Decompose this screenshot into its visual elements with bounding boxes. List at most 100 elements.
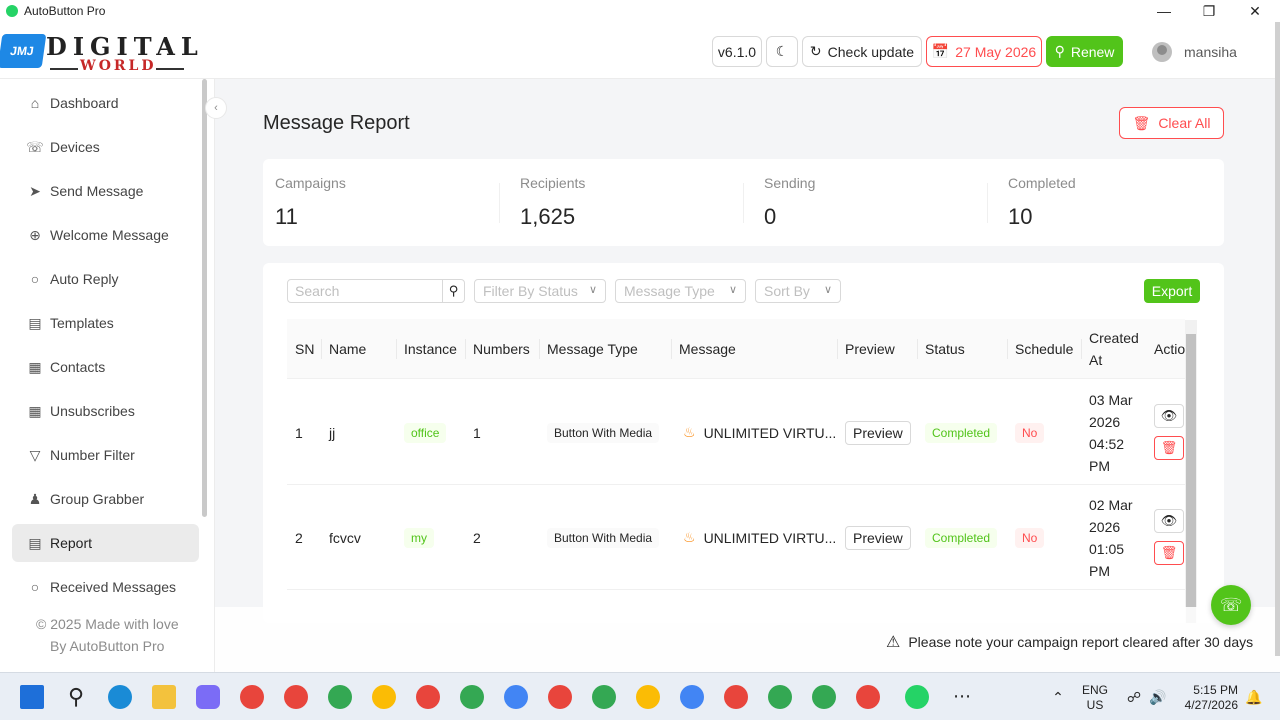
notification-bell-icon[interactable]: 🔔 [1242, 685, 1266, 709]
notice-bar: ⚠ Please note your campaign report clear… [886, 632, 1253, 652]
clear-all-button[interactable]: 🗑 Clear All [1119, 107, 1224, 139]
table-row: 1 jj office 1 Button With Media ♨ UNLIMI… [287, 380, 1185, 485]
copilot-icon[interactable] [196, 685, 220, 709]
window-titlebar: AutoButton Pro — ❐ ✕ [0, 0, 1280, 22]
column-header-name[interactable]: Name [320, 319, 366, 379]
column-header-numbers[interactable]: Numbers [465, 319, 530, 379]
expiry-date-label: 27 May 2026 [955, 43, 1037, 60]
footer-credit: By AutoButton Pro [50, 638, 165, 654]
column-header-created-at[interactable]: Created At [1081, 319, 1143, 379]
column-header-sn[interactable]: SN [295, 319, 314, 379]
sidebar-item-auto-reply[interactable]: ○ Auto Reply [12, 260, 199, 298]
instance-tag: office [404, 422, 447, 443]
chrome-icon[interactable] [328, 685, 352, 709]
network-icon[interactable]: ☍ [1122, 685, 1146, 709]
search-input[interactable] [288, 280, 442, 302]
document-icon: ▤ [28, 314, 42, 331]
logo-divider [156, 68, 184, 70]
delete-button[interactable]: 🗑 [1154, 436, 1184, 460]
sidebar-item-number-filter[interactable]: ▽ Number Filter [12, 436, 199, 474]
cell-sn: 1 [295, 424, 303, 441]
sidebar-item-templates[interactable]: ▤ Templates [12, 304, 199, 342]
sidebar-item-send-message[interactable]: ➤ Send Message [12, 172, 199, 210]
sidebar-item-devices[interactable]: ☏ Devices [12, 128, 199, 166]
language-indicator[interactable]: ENG US [1080, 683, 1110, 713]
sidebar-item-unsubscribes[interactable]: ▦ Unsubscribes [12, 392, 199, 430]
search-icon[interactable]: ⚲ [64, 685, 88, 709]
preview-button[interactable]: Preview [845, 420, 911, 445]
version-button[interactable]: v6.1.0 [712, 36, 762, 67]
chrome-icon[interactable] [372, 685, 396, 709]
user-menu[interactable]: mansiha [1152, 36, 1237, 67]
chrome-icon[interactable] [592, 685, 616, 709]
view-button[interactable]: 👁 [1154, 509, 1184, 533]
check-update-button[interactable]: ↻ Check update [802, 36, 922, 67]
column-header-message[interactable]: Message [671, 319, 736, 379]
status-filter-select[interactable]: Filter By Status ∨ [474, 279, 606, 303]
search-icon[interactable]: ⚲ [442, 280, 464, 302]
column-header-instance[interactable]: Instance [396, 319, 457, 379]
file-explorer-icon[interactable] [152, 685, 176, 709]
chrome-icon[interactable] [680, 685, 704, 709]
sidebar-item-group-grabber[interactable]: ♟ Group Grabber [12, 480, 199, 518]
column-header-message-type[interactable]: Message Type [539, 319, 638, 379]
footer-copyright: © 2025 Made with love [36, 616, 179, 632]
chrome-icon[interactable] [856, 685, 880, 709]
volume-icon[interactable]: 🔊 [1146, 685, 1170, 709]
column-header-schedule[interactable]: Schedule [1006, 319, 1073, 379]
chrome-icon[interactable] [240, 685, 264, 709]
stat-label: Completed [1008, 175, 1076, 191]
sidebar-item-contacts[interactable]: ▦ Contacts [12, 348, 199, 386]
more-icon[interactable]: ⋯ [950, 685, 974, 709]
sidebar-item-received-messages[interactable]: ○ Received Messages [12, 568, 199, 606]
created-year: 2026 [1089, 519, 1121, 535]
sidebar-item-dashboard[interactable]: ⌂ Dashboard [12, 84, 199, 122]
contacts-icon: ▦ [28, 402, 42, 419]
renew-button[interactable]: ⚲ Renew [1046, 36, 1123, 67]
scrollbar-thumb[interactable] [1186, 334, 1196, 623]
trash-icon: 🗑 [1160, 440, 1178, 455]
chrome-icon[interactable] [636, 685, 660, 709]
preview-button[interactable]: Preview [845, 525, 911, 550]
report-icon: ▤ [28, 534, 42, 551]
cell-sn: 2 [295, 529, 303, 546]
column-header-action[interactable]: Actio [1154, 319, 1185, 379]
chrome-icon[interactable] [724, 685, 748, 709]
theme-toggle-button[interactable]: ☾ [766, 36, 798, 67]
sidebar-item-report[interactable]: ▤ Report [12, 524, 199, 562]
chrome-icon[interactable] [460, 685, 484, 709]
sidebar-item-label: Templates [50, 315, 114, 331]
chrome-icon[interactable] [504, 685, 528, 709]
stat-value: 10 [1008, 204, 1033, 229]
page-scrollbar[interactable] [1275, 22, 1280, 656]
chrome-icon[interactable] [416, 685, 440, 709]
whatsapp-icon[interactable] [905, 685, 929, 709]
chrome-icon[interactable] [768, 685, 792, 709]
collapse-sidebar-button[interactable]: ‹ [205, 97, 227, 119]
clock[interactable]: 5:15 PM 4/27/2026 [1178, 683, 1238, 713]
export-button[interactable]: Export [1144, 279, 1200, 303]
avatar [1152, 41, 1172, 62]
sidebar-item-welcome-message[interactable]: ⊕ Welcome Message [12, 216, 199, 254]
expiry-date-button[interactable]: 📅 27 May 2026 [926, 36, 1042, 67]
chrome-icon[interactable] [284, 685, 308, 709]
trash-icon: 🗑 [1132, 114, 1151, 131]
column-header-status[interactable]: Status [917, 319, 965, 379]
start-icon[interactable] [20, 685, 44, 709]
column-header-preview[interactable]: Preview [837, 319, 895, 379]
delete-button[interactable]: 🗑 [1154, 541, 1184, 565]
sort-by-select[interactable]: Sort By ∨ [755, 279, 841, 303]
chrome-icon[interactable] [812, 685, 836, 709]
support-button[interactable]: ☏ [1211, 585, 1251, 625]
message-type-select[interactable]: Message Type ∨ [615, 279, 746, 303]
close-icon[interactable]: ✕ [1232, 0, 1278, 22]
view-button[interactable]: 👁 [1154, 404, 1184, 428]
chevron-up-icon[interactable]: ⌃ [1046, 685, 1070, 709]
edge-browser-icon[interactable] [108, 685, 132, 709]
chrome-icon[interactable] [548, 685, 572, 709]
contacts-icon: ▦ [28, 358, 42, 375]
sidebar-scrollbar[interactable] [202, 79, 207, 517]
maximize-icon[interactable]: ❐ [1186, 0, 1232, 22]
minimize-icon[interactable]: — [1141, 0, 1187, 22]
table-scrollbar[interactable] [1185, 320, 1197, 623]
